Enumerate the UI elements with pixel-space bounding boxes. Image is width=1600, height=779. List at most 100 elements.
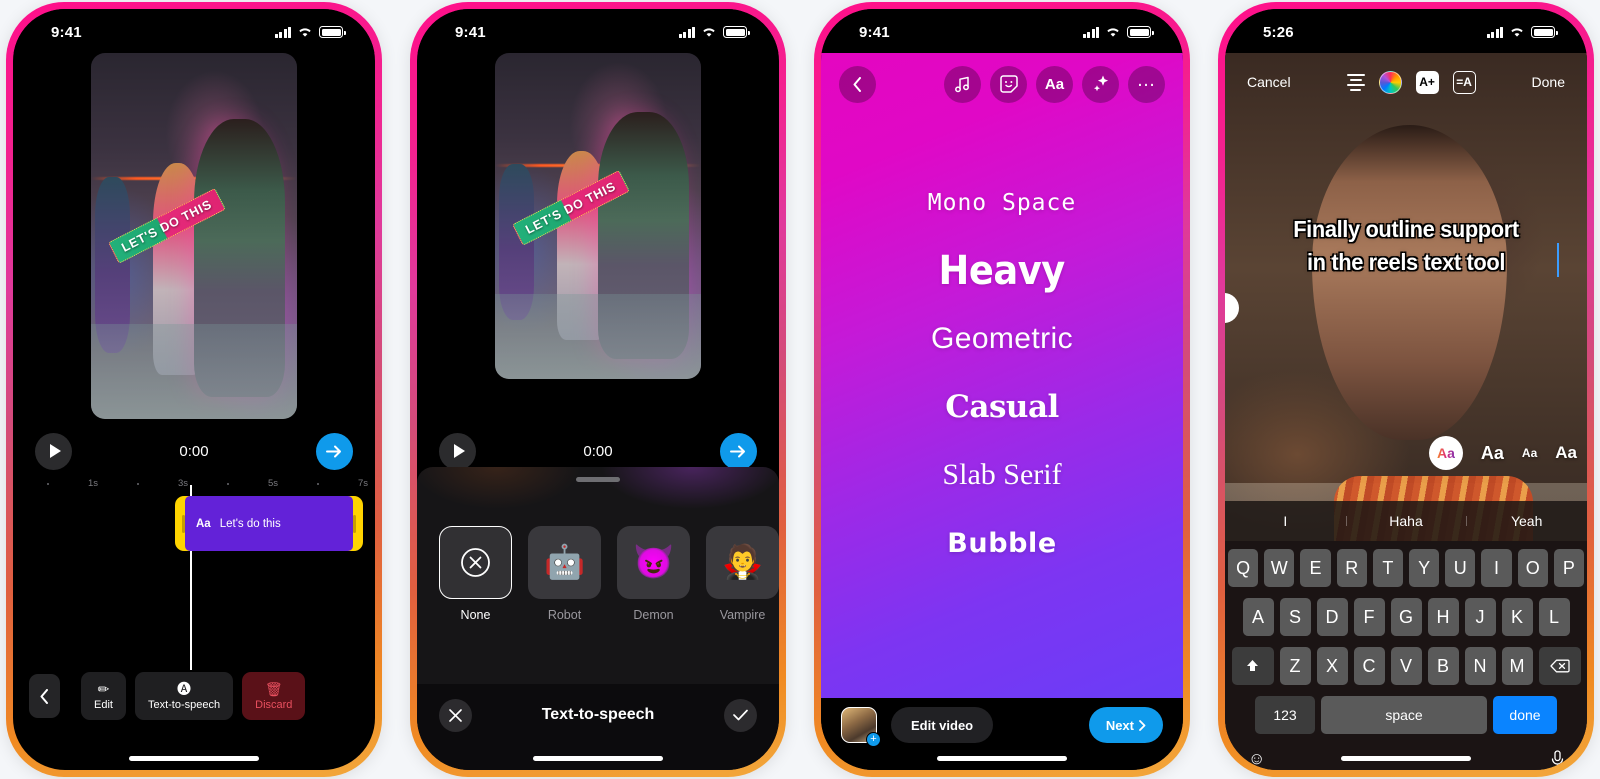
robot-tile[interactable]: 🤖 xyxy=(528,525,601,599)
suggestion-3[interactable]: Yeah xyxy=(1466,513,1587,529)
demon-tile[interactable]: 😈 xyxy=(617,525,690,599)
key-p[interactable]: P xyxy=(1553,549,1585,587)
key-d[interactable]: D xyxy=(1316,598,1348,636)
font-size-option-2[interactable]: Aa xyxy=(1481,443,1504,464)
font-list[interactable]: Mono Space Heavy Geometric Casual Slab S… xyxy=(821,115,1183,698)
text-style-icon[interactable]: A+ xyxy=(1415,70,1439,94)
emoji-icon[interactable]: ☺ xyxy=(1248,749,1265,769)
key-y[interactable]: Y xyxy=(1409,549,1440,587)
key-a[interactable]: A xyxy=(1242,598,1274,636)
next-button[interactable] xyxy=(720,432,757,470)
sheet-close-button[interactable] xyxy=(439,698,472,732)
key-j[interactable]: J xyxy=(1464,598,1496,636)
edit-video-button[interactable]: Edit video xyxy=(891,707,994,743)
key-v[interactable]: V xyxy=(1390,647,1422,685)
more-button[interactable]: … xyxy=(1128,65,1165,103)
play-icon xyxy=(453,444,465,458)
font-size-option-selected[interactable]: Aa xyxy=(1428,436,1463,470)
key-w[interactable]: W xyxy=(1264,549,1295,587)
trash-icon: 🗑 xyxy=(264,680,283,697)
play-button[interactable] xyxy=(35,432,72,470)
key-s[interactable]: S xyxy=(1279,598,1311,636)
color-wheel-icon[interactable] xyxy=(1378,70,1402,94)
key-f[interactable]: F xyxy=(1353,598,1385,636)
key-l[interactable]: L xyxy=(1538,598,1570,636)
discard-button[interactable]: 🗑 Discard xyxy=(242,672,306,720)
caption-text[interactable]: Finally outline support in the reels tex… xyxy=(1225,213,1587,280)
cancel-button[interactable]: Cancel xyxy=(1247,74,1291,90)
reel-canvas[interactable]: Cancel A+ =A Done Finally outline suppor… xyxy=(1225,53,1587,770)
key-h[interactable]: H xyxy=(1427,598,1459,636)
key-c[interactable]: C xyxy=(1353,647,1385,685)
font-option-bubble[interactable]: Bubble xyxy=(947,509,1057,577)
video-preview[interactable]: LET'S DO THIS xyxy=(91,53,297,419)
effects-button[interactable] xyxy=(1082,65,1119,103)
microphone-icon[interactable] xyxy=(1551,749,1564,769)
key-b[interactable]: B xyxy=(1427,647,1459,685)
text-button[interactable]: Aa xyxy=(1036,65,1073,103)
key-z[interactable]: Z xyxy=(1279,647,1311,685)
font-option-geometric[interactable]: Geometric xyxy=(931,305,1073,373)
key-n[interactable]: N xyxy=(1464,647,1496,685)
sheet-confirm-button[interactable] xyxy=(723,698,757,732)
key-i[interactable]: I xyxy=(1481,549,1512,587)
edit-button[interactable]: ✏ Edit xyxy=(81,672,126,720)
text-clip[interactable]: Aa Let's do this xyxy=(175,496,363,551)
next-button[interactable] xyxy=(316,432,353,470)
add-badge[interactable]: + xyxy=(866,732,881,747)
text-align-center-icon[interactable] xyxy=(1346,73,1365,91)
font-option-casual[interactable]: Casual xyxy=(945,373,1059,441)
key-u[interactable]: U xyxy=(1445,549,1476,587)
font-size-option-4[interactable]: Aa xyxy=(1555,443,1577,463)
done-key[interactable]: done xyxy=(1493,696,1557,734)
clip-body[interactable]: Aa Let's do this xyxy=(185,496,353,551)
font-size-option-3[interactable]: Aa xyxy=(1522,446,1537,460)
none-tile[interactable] xyxy=(439,525,512,599)
key-q[interactable]: Q xyxy=(1227,549,1259,587)
voice-option-demon[interactable]: 😈 Demon xyxy=(617,525,690,622)
story-canvas[interactable]: Aa … Mono Space Heavy Geometric Casual S… xyxy=(821,53,1183,698)
font-size-options[interactable]: Aa Aa Aa Aa xyxy=(1428,436,1577,470)
side-handle[interactable] xyxy=(1225,293,1239,323)
rink-floor xyxy=(91,323,297,419)
play-button[interactable] xyxy=(439,432,476,470)
backspace-key[interactable] xyxy=(1538,647,1581,685)
voice-options[interactable]: None 🤖 Robot 😈 Demon 🧛 Vampire xyxy=(417,525,779,622)
done-button[interactable]: Done xyxy=(1532,74,1565,90)
font-option-slab-serif[interactable]: Slab Serif xyxy=(942,441,1061,509)
next-button[interactable]: Next xyxy=(1088,707,1163,743)
keyboard[interactable]: Q W E R T Y U I O P A S D F G H J K L Z … xyxy=(1225,541,1587,770)
font-option-mono-space[interactable]: Mono Space xyxy=(928,169,1076,237)
key-e[interactable]: E xyxy=(1300,549,1331,587)
back-button[interactable] xyxy=(839,65,876,103)
space-key[interactable]: space xyxy=(1321,696,1487,734)
music-button[interactable] xyxy=(944,65,981,103)
voice-option-none[interactable]: None xyxy=(439,525,512,622)
suggestion-1[interactable]: I xyxy=(1225,513,1346,529)
vampire-tile[interactable]: 🧛 xyxy=(706,525,779,599)
collapse-button[interactable] xyxy=(29,674,60,718)
voice-option-vampire[interactable]: 🧛 Vampire xyxy=(706,525,779,622)
current-time: 0:00 xyxy=(583,442,613,460)
clip-handle-right[interactable] xyxy=(353,514,356,533)
key-r[interactable]: R xyxy=(1336,549,1367,587)
wifi-icon xyxy=(1511,28,1523,37)
phone-4-screen: 5:26 Cancel A+ =A Done Finally outline s… xyxy=(1225,9,1587,770)
key-m[interactable]: M xyxy=(1501,647,1533,685)
key-g[interactable]: G xyxy=(1390,598,1422,636)
suggestion-2[interactable]: Haha xyxy=(1345,513,1467,529)
key-o[interactable]: O xyxy=(1517,549,1548,587)
font-option-heavy[interactable]: Heavy xyxy=(939,237,1066,305)
key-x[interactable]: X xyxy=(1316,647,1348,685)
shift-key[interactable] xyxy=(1231,647,1274,685)
text-outline-icon[interactable]: =A xyxy=(1452,70,1476,94)
numbers-key[interactable]: 123 xyxy=(1255,696,1315,734)
voice-option-robot[interactable]: 🤖 Robot xyxy=(528,525,601,622)
key-t[interactable]: T xyxy=(1372,549,1403,587)
key-k[interactable]: K xyxy=(1501,598,1533,636)
video-thumbnail[interactable]: + xyxy=(841,707,881,747)
sticker-button[interactable] xyxy=(990,65,1027,103)
video-preview[interactable]: LET'S DO THIS xyxy=(495,53,701,379)
text-to-speech-button[interactable]: 🅐 Text-to-speech xyxy=(134,672,234,720)
sheet-grabber[interactable] xyxy=(576,477,620,482)
